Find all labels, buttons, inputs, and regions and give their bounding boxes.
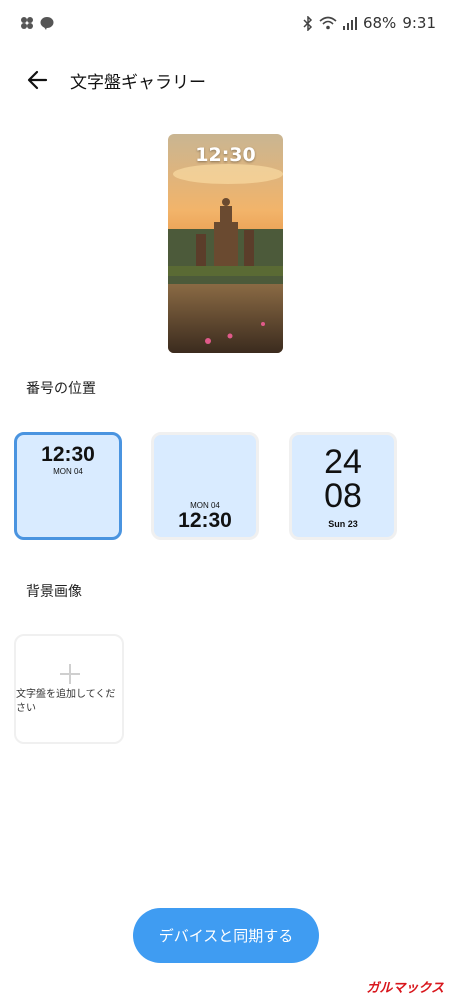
background-image-label: 背景画像 <box>26 584 82 600</box>
temple-sunset-image <box>168 134 283 353</box>
cluster-icon <box>21 17 33 29</box>
bluetooth-icon <box>303 15 313 31</box>
watch-face-preview: 12:30 <box>168 134 283 353</box>
arrow-left-icon[interactable] <box>22 66 54 94</box>
sync-device-button[interactable]: デバイスと同期する <box>133 908 319 963</box>
layout-option-top[interactable]: 12:30 MON 04 <box>14 432 122 540</box>
clock: 9:31 <box>402 14 436 32</box>
add-background-tile[interactable]: 文字盤を追加してください <box>14 634 124 744</box>
status-bar: 68% 9:31 <box>0 0 450 48</box>
line-icon <box>40 17 54 30</box>
number-position-label: 番号の位置 <box>26 381 96 397</box>
plus-icon <box>60 664 80 684</box>
signal-icon <box>342 17 357 30</box>
option-time: 12:30 <box>41 443 95 466</box>
wifi-icon <box>319 16 337 30</box>
option-date: MON 04 <box>53 467 83 476</box>
app-bar: 文字盤ギャラリー <box>0 56 450 104</box>
option-minute: 08 <box>324 477 362 515</box>
layout-option-bottom[interactable]: MON 04 12:30 <box>151 432 259 540</box>
option-date: Sun 23 <box>328 519 358 529</box>
battery-level: 68% <box>362 14 397 32</box>
preview-time: 12:30 <box>195 144 256 166</box>
layout-option-vertical[interactable]: 24 08 Sun 23 <box>289 432 397 540</box>
option-time: 12:30 <box>178 509 232 532</box>
page-title: 文字盤ギャラリー <box>70 73 206 93</box>
option-hour: 24 <box>324 443 362 481</box>
add-background-text: 文字盤を追加してください <box>16 689 116 714</box>
site-watermark: ガルマックス <box>366 981 444 996</box>
